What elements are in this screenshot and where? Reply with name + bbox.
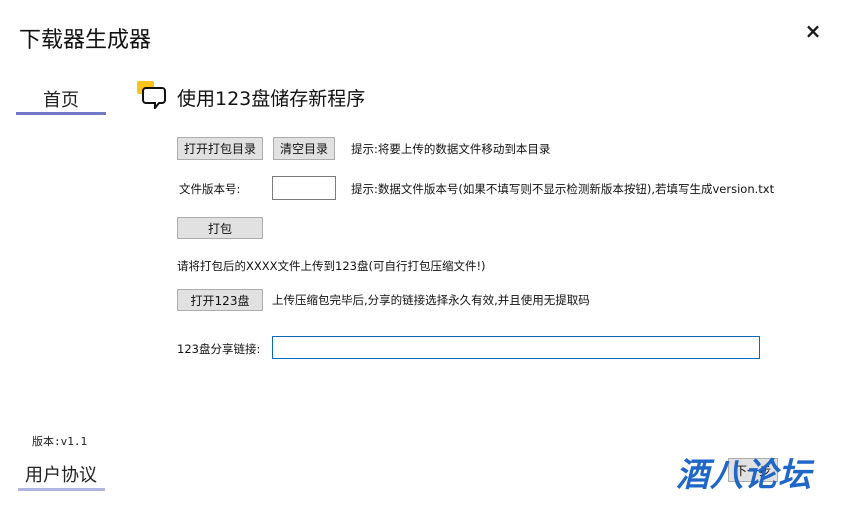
version-text: 版本:v1.1 (32, 435, 88, 448)
pack-button[interactable]: 打包 (177, 217, 263, 239)
share-note: 上传压缩包完毕后,分享的链接选择永久有效,并且使用无提取码 (272, 293, 590, 307)
nav-agreement-underline (18, 488, 105, 491)
clear-dir-button[interactable]: 清空目录 (273, 137, 335, 160)
nav-user-agreement[interactable]: 用户协议 (16, 461, 106, 491)
share-link-input[interactable] (272, 336, 760, 359)
share-link-label: 123盘分享链接: (177, 342, 261, 356)
nav-home[interactable]: 首页 (16, 86, 106, 115)
close-icon[interactable]: × (802, 18, 824, 44)
chat-bubble-icon (137, 81, 166, 109)
version-label: 文件版本号: (179, 182, 241, 196)
version-input[interactable] (272, 176, 336, 200)
nav-agreement-label: 用户协议 (25, 465, 97, 486)
open-pack-dir-button[interactable]: 打开打包目录 (177, 137, 263, 160)
nav-home-label: 首页 (43, 90, 79, 111)
section-title: 使用123盘储存新程序 (177, 88, 366, 110)
forum-watermark: 酒八论坛 (676, 455, 812, 494)
app-title: 下载器生成器 (19, 28, 152, 53)
upload-note: 请将打包后的XXXX文件上传到123盘(可自行打包压缩文件!) (177, 259, 486, 273)
open-123-button[interactable]: 打开123盘 (177, 289, 263, 311)
hint-version: 提示:数据文件版本号(如果不填写则不显示检测新版本按钮),若填写生成versio… (351, 182, 775, 196)
hint-move-files: 提示:将要上传的数据文件移动到本目录 (351, 142, 551, 156)
nav-home-underline (16, 112, 106, 115)
